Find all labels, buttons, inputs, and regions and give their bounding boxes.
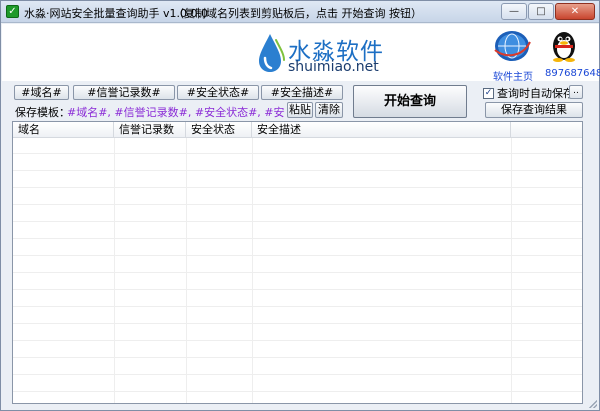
table-row[interactable] [13, 393, 582, 403]
table-row[interactable] [13, 257, 582, 273]
minimize-button[interactable]: — [501, 3, 527, 20]
autosave-checkbox[interactable]: ✓ 查询时自动保存 [483, 86, 574, 100]
table-row[interactable] [13, 376, 582, 392]
window-controls: — □ ✕ [500, 3, 595, 20]
insert-credit-tag-button[interactable]: #信誉记录数# [73, 85, 175, 100]
resize-grip[interactable] [587, 398, 597, 408]
close-button[interactable]: ✕ [555, 3, 595, 20]
main-window: ✓ 水淼·网站安全批量查询助手 v1.0.0.0 （复制域名列表到剪贴板后，点击… [0, 0, 600, 411]
insert-status-tag-button[interactable]: #安全状态# [177, 85, 259, 100]
column-header-domain[interactable]: 域名 [13, 122, 114, 138]
results-table[interactable]: 域名 信誉记录数 安全状态 安全描述 [12, 121, 583, 404]
column-header-credit[interactable]: 信誉记录数 [114, 122, 186, 138]
table-row[interactable] [13, 274, 582, 290]
usage-hint: （复制域名列表到剪贴板后，点击 开始查询 按钮） [173, 7, 422, 20]
save-results-button[interactable]: 保存查询结果 [485, 102, 583, 118]
table-row[interactable] [13, 189, 582, 205]
table-row[interactable] [13, 172, 582, 188]
column-header-status[interactable]: 安全状态 [186, 122, 252, 138]
qq-number-link[interactable]: 897687648 [545, 68, 600, 79]
brand-header: 水淼软件 shuimiao.net 软件主页 897687648 [2, 24, 600, 83]
insert-desc-tag-button[interactable]: #安全描述# [261, 85, 343, 100]
table-row[interactable] [13, 240, 582, 256]
title-bar[interactable]: ✓ 水淼·网站安全批量查询助手 v1.0.0.0 （复制域名列表到剪贴板后，点击… [1, 1, 599, 23]
table-header: 域名 信誉记录数 安全状态 安全描述 [13, 122, 582, 138]
autosave-label: 查询时自动保存 [497, 87, 574, 100]
qq-penguin-icon[interactable] [550, 28, 578, 62]
table-row[interactable] [13, 325, 582, 341]
table-row[interactable] [13, 155, 582, 171]
paste-button[interactable]: 粘贴 [287, 102, 313, 118]
insert-domain-tag-button[interactable]: #域名# [14, 85, 69, 100]
browse-folder-button[interactable]: .. [569, 85, 583, 99]
table-row[interactable] [13, 342, 582, 358]
save-template-field[interactable]: #域名#, #信誉记录数#, #安全状态#, #安全描述# [67, 104, 285, 118]
table-row[interactable] [13, 223, 582, 239]
table-row[interactable] [13, 138, 582, 154]
software-home-link[interactable]: 软件主页 [493, 68, 533, 83]
maximize-button[interactable]: □ [528, 3, 554, 20]
table-row[interactable] [13, 359, 582, 375]
table-row[interactable] [13, 291, 582, 307]
table-row[interactable] [13, 308, 582, 324]
shield-check-icon: ✓ [6, 5, 19, 18]
column-header-desc[interactable]: 安全描述 [252, 122, 511, 138]
globe-icon[interactable] [492, 28, 532, 64]
table-row[interactable] [13, 206, 582, 222]
clear-button[interactable]: 清除 [315, 102, 343, 118]
brand-url: shuimiao.net [288, 59, 379, 75]
water-drop-icon [259, 34, 285, 72]
checkbox-check-icon[interactable]: ✓ [483, 87, 494, 99]
start-query-button[interactable]: 开始查询 [353, 85, 467, 118]
save-template-label: 保存模板： [15, 106, 70, 119]
